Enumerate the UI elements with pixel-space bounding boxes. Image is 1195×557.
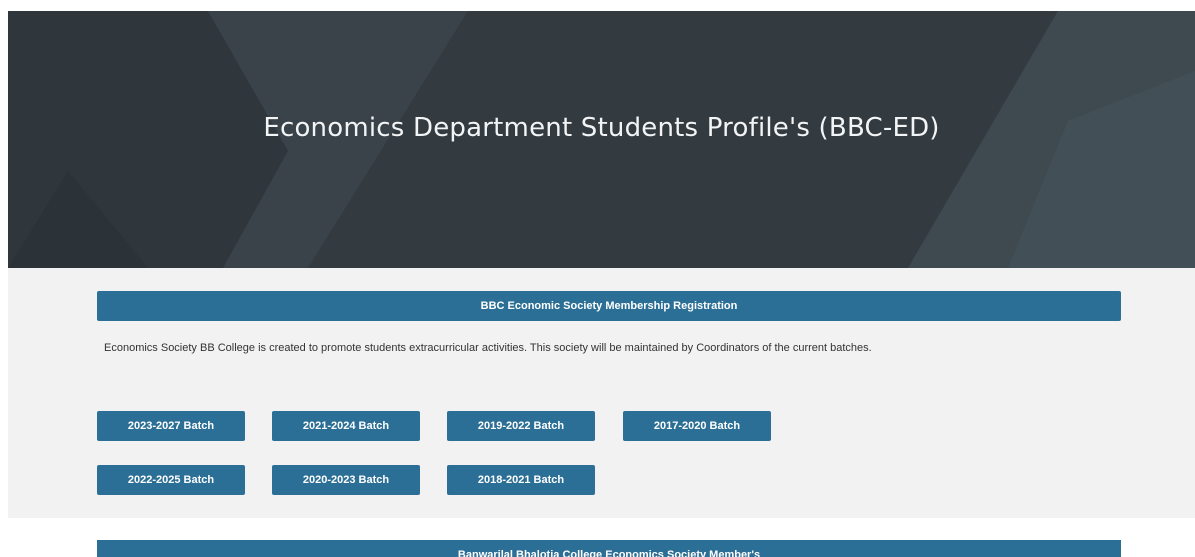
society-members-header[interactable]: Banwarilal Bhalotia College Economics So… (97, 540, 1121, 557)
batch-button-2022-2025[interactable]: 2022-2025 Batch (97, 465, 245, 495)
page-title: Economics Department Students Profile's … (263, 113, 940, 143)
batch-button-2018-2021[interactable]: 2018-2021 Batch (447, 465, 595, 495)
society-description: Economics Society BB College is created … (104, 342, 872, 354)
batch-button-2020-2023[interactable]: 2020-2023 Batch (272, 465, 420, 495)
hero-banner: Economics Department Students Profile's … (8, 11, 1195, 268)
batch-button-2017-2020[interactable]: 2017-2020 Batch (623, 411, 771, 441)
batch-button-2021-2024[interactable]: 2021-2024 Batch (272, 411, 420, 441)
page: Economics Department Students Profile's … (0, 0, 1195, 557)
batch-button-2019-2022[interactable]: 2019-2022 Batch (447, 411, 595, 441)
batch-button-2023-2027[interactable]: 2023-2027 Batch (97, 411, 245, 441)
membership-registration-button[interactable]: BBC Economic Society Membership Registra… (97, 291, 1121, 321)
